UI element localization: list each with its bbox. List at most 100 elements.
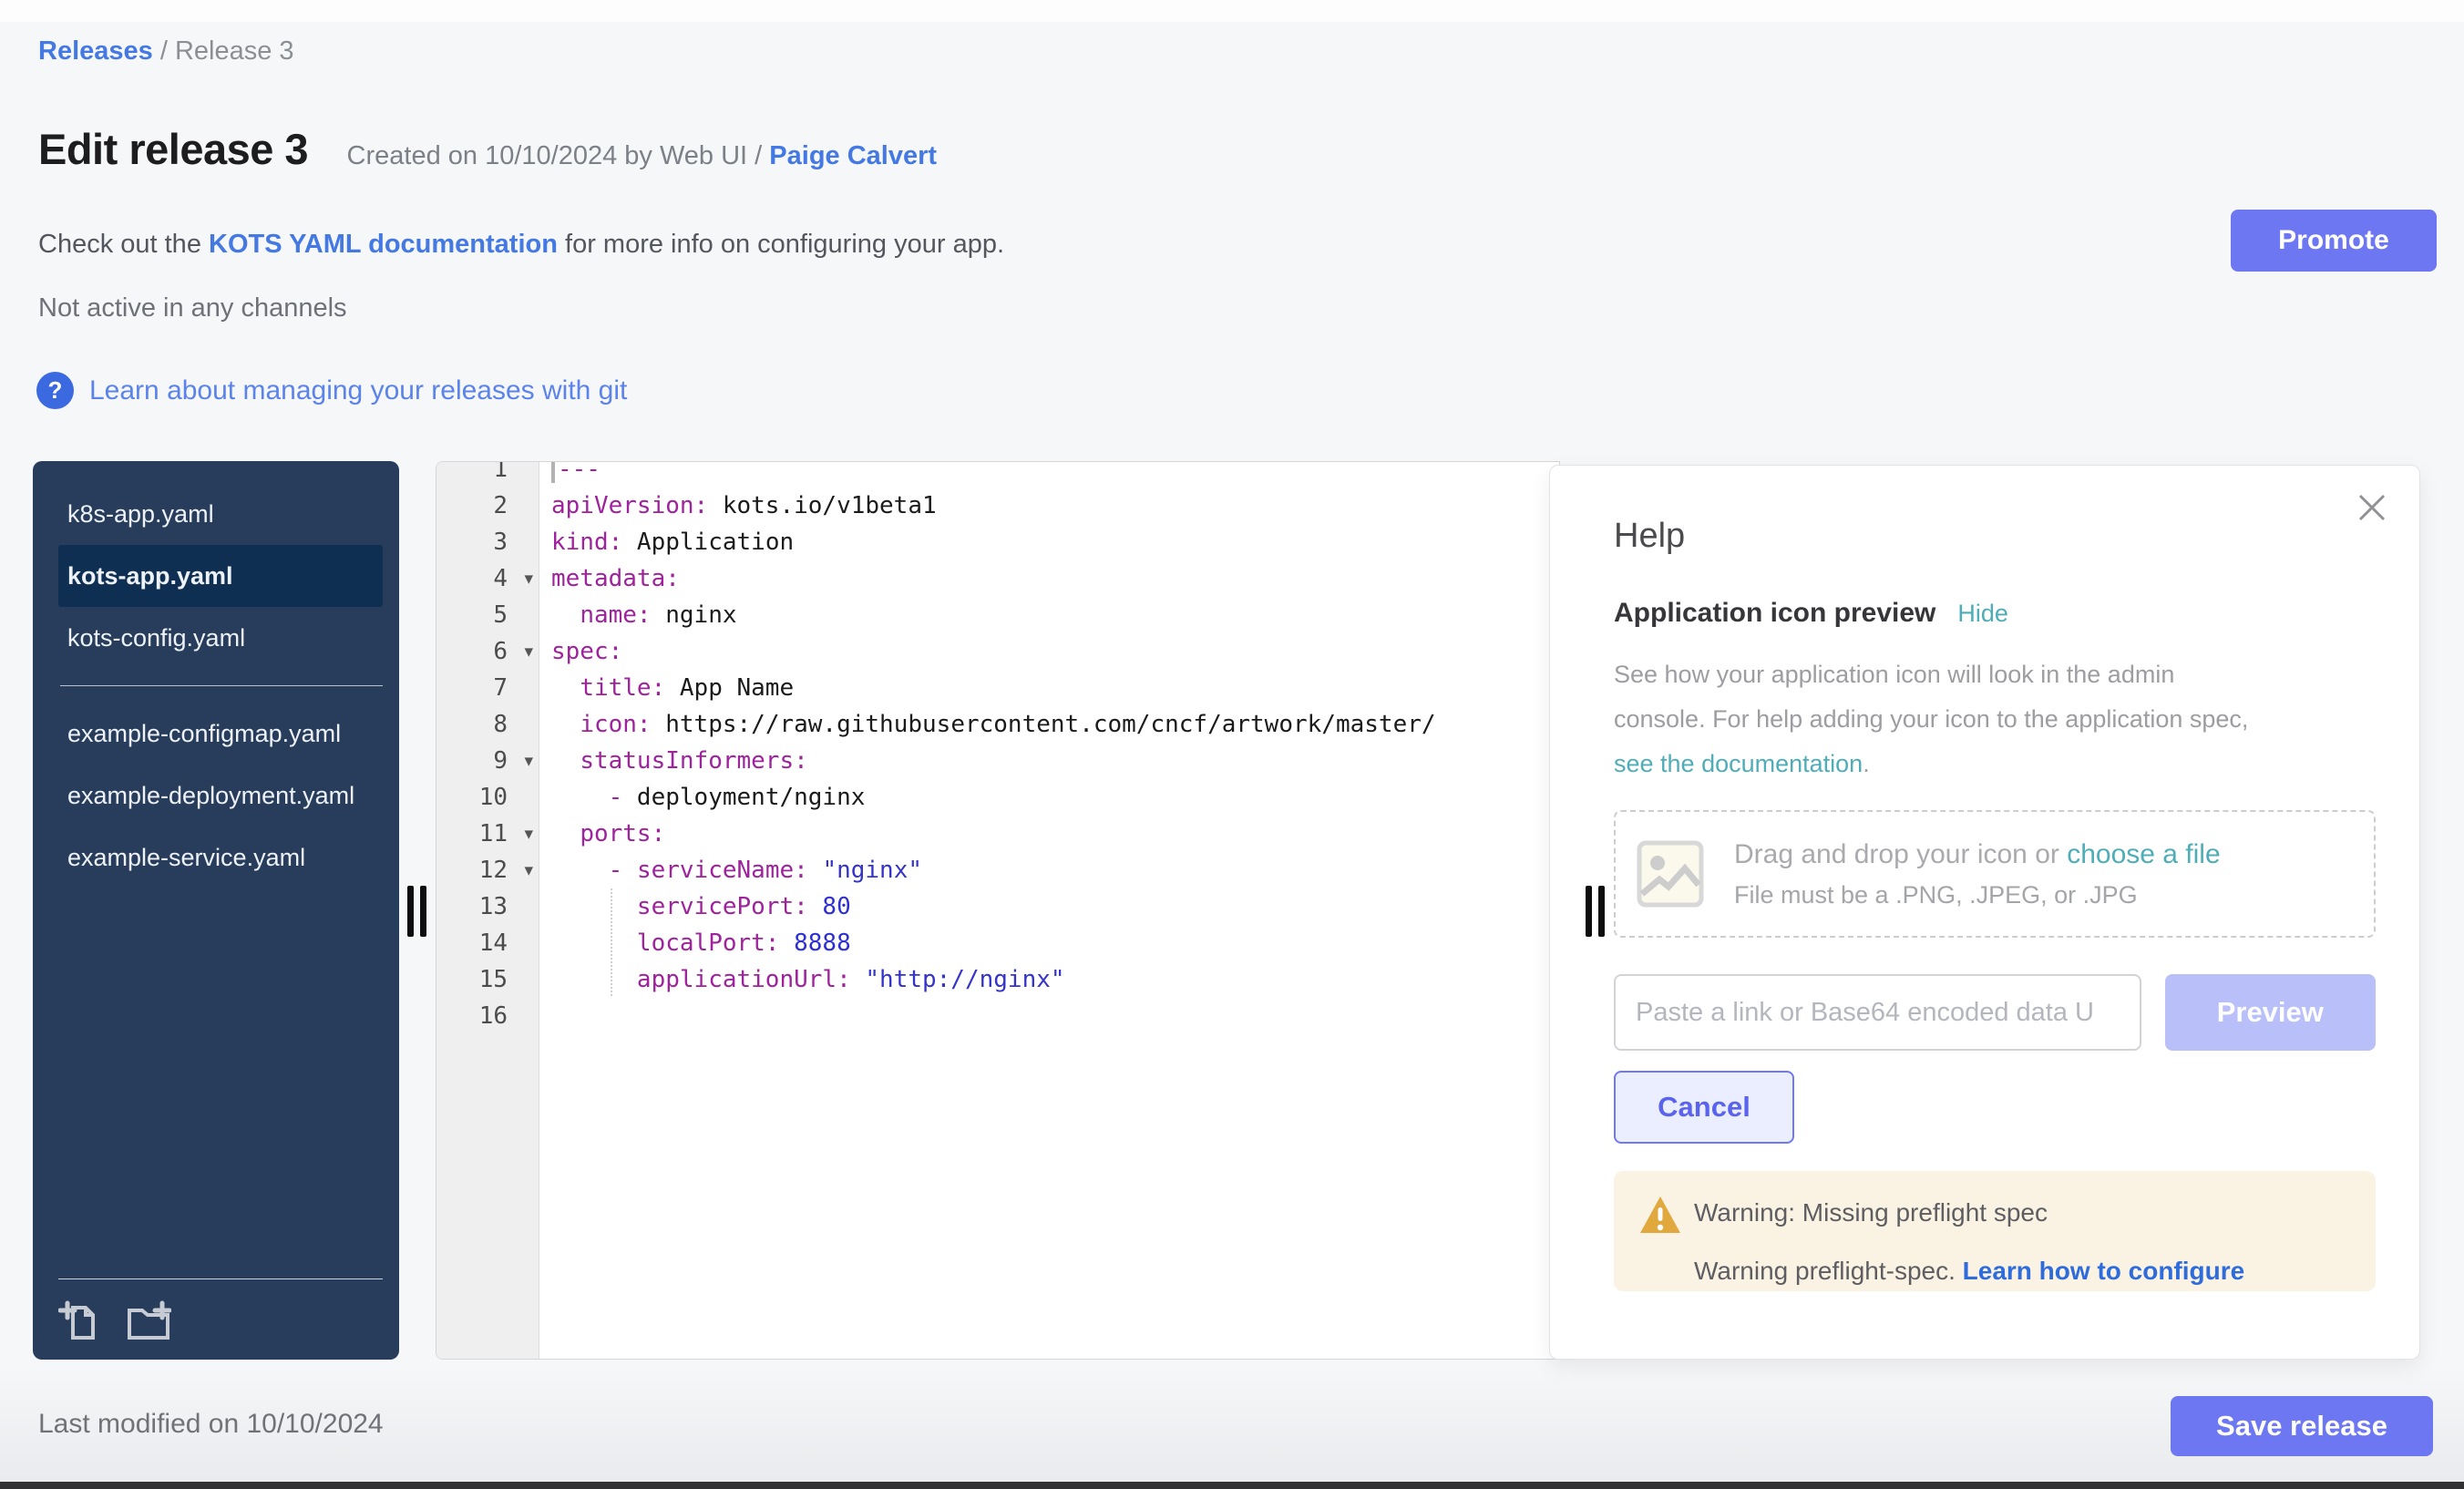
line-number: 10 <box>436 784 539 811</box>
code-line: 15 applicationUrl: "http://nginx" <box>436 961 1559 998</box>
file-item[interactable]: example-deployment.yaml <box>58 765 383 827</box>
icon-url-input[interactable] <box>1614 974 2141 1051</box>
hide-link[interactable]: Hide <box>1957 600 2008 628</box>
code-text[interactable]: title: App Name <box>539 674 794 702</box>
save-release-button[interactable]: Save release <box>2171 1396 2433 1456</box>
top-strip <box>0 0 2464 22</box>
file-item[interactable]: kots-app.yaml <box>58 545 383 607</box>
icon-dropzone[interactable]: Drag and drop your icon or choose a file… <box>1614 810 2376 938</box>
promote-button[interactable]: Promote <box>2231 210 2437 272</box>
left-resize-handle[interactable] <box>420 886 426 937</box>
fold-arrow-icon[interactable]: ▾ <box>524 569 533 589</box>
code-text[interactable]: - deployment/nginx <box>539 784 865 811</box>
git-releases-link[interactable]: Learn about managing your releases with … <box>89 375 627 406</box>
line-number: 9▾ <box>436 747 539 775</box>
breadcrumb-current: Release 3 <box>175 36 294 66</box>
code-line: 10 - deployment/nginx <box>436 779 1559 816</box>
right-resize-handle[interactable] <box>1598 886 1605 937</box>
code-line: 2apiVersion: kots.io/v1beta1 <box>436 488 1559 524</box>
help-title: Help <box>1614 517 2376 556</box>
file-item[interactable]: k8s-app.yaml <box>58 483 383 545</box>
line-number: 15 <box>436 966 539 993</box>
fold-arrow-icon[interactable]: ▾ <box>524 751 533 771</box>
dropzone-text: Drag and drop your icon or choose a file <box>1734 839 2221 870</box>
add-folder-icon[interactable] <box>126 1299 171 1343</box>
code-line: 16 <box>436 998 1559 1034</box>
line-number: 12▾ <box>436 857 539 884</box>
code-text[interactable]: statusInformers: <box>539 747 808 775</box>
page-header: Edit release 3 Created on 10/10/2024 by … <box>38 124 937 174</box>
breadcrumb-releases-link[interactable]: Releases <box>38 36 153 66</box>
learn-configure-link[interactable]: Learn how to configure <box>1963 1257 2245 1285</box>
question-icon: ? <box>36 372 74 409</box>
code-text[interactable]: servicePort: 80 <box>539 893 851 920</box>
line-number: 1 <box>436 461 539 483</box>
file-sidebar: k8s-app.yamlkots-app.yamlkots-config.yam… <box>33 461 399 1360</box>
left-resize-handle[interactable] <box>407 886 414 937</box>
code-text[interactable]: localPort: 8888 <box>539 929 851 957</box>
code-line: 9▾ statusInformers: <box>436 743 1559 779</box>
doc-hint: Check out the KOTS YAML documentation fo… <box>38 230 1004 260</box>
line-number: 5 <box>436 601 539 629</box>
help-panel: Help Application icon preview Hide See h… <box>1549 465 2420 1360</box>
author-link[interactable]: Paige Calvert <box>769 141 937 170</box>
warning-box: Warning: Missing preflight spec Warning … <box>1614 1171 2376 1291</box>
breadcrumb-separator: / <box>160 36 175 66</box>
close-icon[interactable] <box>2356 491 2388 524</box>
line-number: 14 <box>436 929 539 957</box>
cancel-button[interactable]: Cancel <box>1614 1071 1794 1144</box>
last-modified-text: Last modified on 10/10/2024 <box>38 1409 384 1440</box>
line-number: 3 <box>436 529 539 556</box>
code-line: 6▾spec: <box>436 633 1559 670</box>
code-line: 13 servicePort: 80 <box>436 888 1559 925</box>
image-placeholder-icon <box>1636 839 1705 909</box>
fold-arrow-icon[interactable]: ▾ <box>524 642 533 662</box>
text-cursor <box>551 461 555 483</box>
code-line: 12▾ - serviceName: "nginx" <box>436 852 1559 888</box>
see-documentation-link[interactable]: see the documentation <box>1614 750 1863 777</box>
code-text[interactable]: - serviceName: "nginx" <box>539 857 922 884</box>
icon-preview-title: Application icon preview <box>1614 598 1935 629</box>
sidebar-spacer <box>58 888 383 1278</box>
code-line: 11▾ ports: <box>436 816 1559 852</box>
code-text[interactable]: icon: https://raw.githubusercontent.com/… <box>539 711 1436 738</box>
breadcrumb: Releases / Release 3 <box>38 36 294 67</box>
file-list: k8s-app.yamlkots-app.yamlkots-config.yam… <box>58 483 383 888</box>
code-text[interactable]: kind: Application <box>539 529 794 556</box>
right-resize-handle[interactable] <box>1586 886 1592 937</box>
code-text[interactable]: --- <box>539 461 601 483</box>
line-number: 8 <box>436 711 539 738</box>
line-number: 4▾ <box>436 565 539 592</box>
fold-arrow-icon[interactable]: ▾ <box>524 860 533 880</box>
choose-file-link[interactable]: choose a file <box>2067 839 2220 869</box>
code-text[interactable]: applicationUrl: "http://nginx" <box>539 966 1065 993</box>
warning-title: Warning: Missing preflight spec <box>1694 1198 2048 1227</box>
code-text[interactable]: spec: <box>539 638 622 665</box>
file-group-divider <box>60 685 383 686</box>
file-item[interactable]: example-service.yaml <box>58 827 383 888</box>
git-help-row: ? Learn about managing your releases wit… <box>36 372 627 409</box>
code-text[interactable]: name: nginx <box>539 601 737 629</box>
kots-yaml-doc-link[interactable]: KOTS YAML documentation <box>209 230 558 259</box>
line-number: 2 <box>436 492 539 519</box>
preview-button[interactable]: Preview <box>2165 974 2376 1051</box>
warning-icon <box>1639 1195 1681 1235</box>
code-line: 14 localPort: 8888 <box>436 925 1559 961</box>
line-number: 13 <box>436 893 539 920</box>
dropzone-note: File must be a .PNG, .JPEG, or .JPG <box>1734 881 2221 909</box>
code-line: 3kind: Application <box>436 524 1559 560</box>
warning-detail: Warning preflight-spec. Learn how to con… <box>1694 1257 2244 1286</box>
created-text: Created on 10/10/2024 by Web UI / Paige … <box>347 141 938 170</box>
code-line: 7 title: App Name <box>436 670 1559 706</box>
code-text[interactable]: apiVersion: kots.io/v1beta1 <box>539 492 937 519</box>
file-item[interactable]: example-configmap.yaml <box>58 703 383 765</box>
add-file-icon[interactable] <box>58 1299 102 1343</box>
help-paragraph: See how your application icon will look … <box>1614 652 2376 786</box>
code-text[interactable]: ports: <box>539 820 665 847</box>
code-lines: 1---2apiVersion: kots.io/v1beta13kind: A… <box>436 461 1559 1034</box>
yaml-editor[interactable]: 1---2apiVersion: kots.io/v1beta13kind: A… <box>436 461 1560 1360</box>
code-text[interactable]: metadata: <box>539 565 680 592</box>
file-item[interactable]: kots-config.yaml <box>58 607 383 669</box>
fold-arrow-icon[interactable]: ▾ <box>524 824 533 844</box>
code-line: 4▾metadata: <box>436 560 1559 597</box>
